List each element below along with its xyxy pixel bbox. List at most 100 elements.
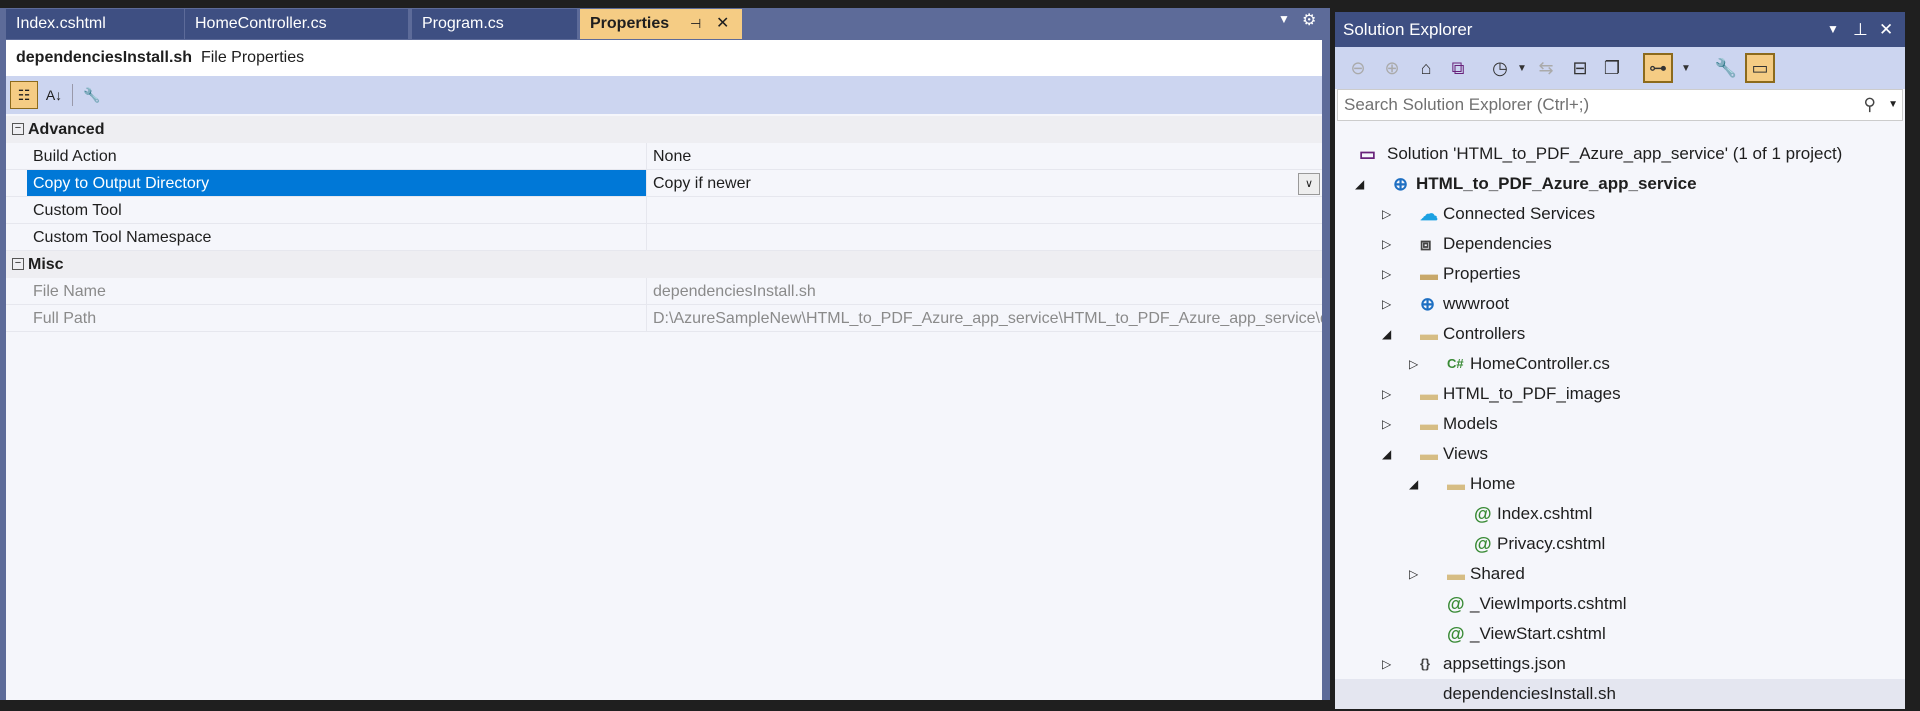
dropdown-button[interactable]: ∨ xyxy=(1298,173,1320,195)
close-icon[interactable]: ✕ xyxy=(716,9,729,39)
search-options-icon[interactable]: ▼ xyxy=(1888,90,1898,120)
tree-item-label: Home xyxy=(1470,474,1516,493)
properties-panel: dependenciesInstall.sh File Properties ☷… xyxy=(6,40,1322,700)
tree-item[interactable]: ◢ ⊕ HTML_to_PDF_Azure_app_service xyxy=(1335,169,1905,199)
collapsed-arrow-icon[interactable]: ▷ xyxy=(1409,559,1418,589)
tree-item[interactable]: ▷ ▬ Properties xyxy=(1335,259,1905,289)
collapsed-arrow-icon[interactable]: ▷ xyxy=(1382,289,1391,319)
forward-icon[interactable]: ⊕ xyxy=(1377,53,1407,83)
expanded-arrow-icon[interactable]: ◢ xyxy=(1409,469,1418,499)
tree-item-label: Dependencies xyxy=(1443,234,1552,253)
collapsed-arrow-icon[interactable]: ▷ xyxy=(1409,349,1418,379)
search-placeholder: Search Solution Explorer (Ctrl+;) xyxy=(1344,95,1590,114)
tab-index-cshtml[interactable]: Index.cshtml xyxy=(6,9,184,39)
collapsed-arrow-icon[interactable]: ▷ xyxy=(1382,649,1391,679)
properties-icon[interactable]: 🔧 xyxy=(1711,53,1741,83)
tree-item[interactable]: dependenciesInstall.sh xyxy=(1335,679,1905,709)
category-misc[interactable]: − Misc xyxy=(6,251,1322,278)
show-all-files-icon[interactable]: ❐ xyxy=(1597,53,1627,83)
preview-icon[interactable]: ⊶ xyxy=(1643,53,1673,83)
search-icon[interactable]: ⚲ xyxy=(1864,90,1876,120)
tree-item[interactable]: @ _ViewStart.cshtml xyxy=(1335,619,1905,649)
tree-item[interactable]: ◢ ▬ Home xyxy=(1335,469,1905,499)
search-input[interactable]: Search Solution Explorer (Ctrl+;) ⚲ ▼ xyxy=(1337,89,1903,121)
categorized-icon[interactable]: ☷ xyxy=(10,81,38,109)
tree-item-label: Views xyxy=(1443,444,1489,463)
solution-explorer: Solution Explorer ▼ ⊥ ✕ ⊖ ⊕ ⌂ ⧉ ◷ ▼ ⇆ ⊟ … xyxy=(1335,12,1905,709)
folder-icon: ▬ xyxy=(1420,444,1438,464)
tree-item-label: HTML_to_PDF_Azure_app_service xyxy=(1416,174,1697,193)
collapsed-arrow-icon[interactable]: ▷ xyxy=(1382,259,1391,289)
property-row[interactable]: Custom Tool Namespace xyxy=(6,224,1322,251)
tree-item[interactable]: ▷ C# HomeController.cs xyxy=(1335,349,1905,379)
expanded-arrow-icon[interactable]: ◢ xyxy=(1355,169,1364,199)
tab-label: Index.cshtml xyxy=(16,15,106,32)
collapse-icon[interactable]: − xyxy=(12,258,24,270)
category-label: Advanced xyxy=(28,121,105,138)
tree-item-label: Models xyxy=(1443,414,1498,433)
csharp-icon: C# xyxy=(1447,356,1464,371)
tree-item-label: _ViewImports.cshtml xyxy=(1470,594,1627,613)
tree-item[interactable]: @ _ViewImports.cshtml xyxy=(1335,589,1905,619)
collapse-all-icon[interactable]: ⊟ xyxy=(1565,53,1595,83)
property-row[interactable]: Build Action None xyxy=(6,143,1322,170)
back-icon[interactable]: ⊖ xyxy=(1343,53,1373,83)
properties-toolbar: ☷ A↓ 🔧 xyxy=(6,76,1322,114)
switch-views-icon[interactable]: ⧉ xyxy=(1443,53,1473,83)
solution-explorer-title: Solution Explorer ▼ ⊥ ✕ xyxy=(1335,12,1905,47)
gear-icon[interactable]: ⚙ xyxy=(1302,10,1316,30)
property-value[interactable]: None xyxy=(647,143,1322,170)
property-label: Build Action xyxy=(27,143,647,169)
tab-homecontroller[interactable]: HomeController.cs xyxy=(185,9,408,39)
close-icon[interactable]: ✕ xyxy=(1879,12,1893,47)
property-row[interactable]: File Name dependenciesInstall.sh xyxy=(6,278,1322,305)
property-row[interactable]: Full Path D:\AzureSampleNew\HTML_to_PDF_A… xyxy=(6,305,1322,332)
expanded-arrow-icon[interactable]: ◢ xyxy=(1382,319,1391,349)
tree-item[interactable]: ▷ ▬ HTML_to_PDF_images xyxy=(1335,379,1905,409)
tree-item[interactable]: ▭ Solution 'HTML_to_PDF_Azure_app_service… xyxy=(1335,139,1905,169)
tree-item[interactable]: @ Index.cshtml xyxy=(1335,499,1905,529)
tree-item[interactable]: ▷ ☁ Connected Services xyxy=(1335,199,1905,229)
dependencies-icon: ⧈ xyxy=(1420,234,1432,254)
tree-item[interactable]: ▷ ⧈ Dependencies xyxy=(1335,229,1905,259)
tree-item[interactable]: ▷ {} appsettings.json xyxy=(1335,649,1905,679)
dropdown-icon[interactable]: ▼ xyxy=(1278,12,1290,26)
tree-item[interactable]: ◢ ▬ Views xyxy=(1335,439,1905,469)
pin-icon[interactable]: ⊥ xyxy=(1853,12,1868,47)
tree-item-label: appsettings.json xyxy=(1443,654,1566,673)
tree-item[interactable]: ▷ ▬ Shared xyxy=(1335,559,1905,589)
collapsed-arrow-icon[interactable]: ▷ xyxy=(1382,409,1391,439)
property-pages-icon[interactable]: 🔧 xyxy=(78,81,106,109)
preview-selected-icon[interactable]: ▭ xyxy=(1745,53,1775,83)
tree-item[interactable]: ▷ ⊕ wwwroot xyxy=(1335,289,1905,319)
sync-icon[interactable]: ⇆ xyxy=(1531,53,1561,83)
tab-program[interactable]: Program.cs xyxy=(412,9,577,39)
dropdown-icon[interactable]: ▼ xyxy=(1827,12,1839,47)
tree-item-label: Controllers xyxy=(1443,324,1526,343)
collapse-icon[interactable]: − xyxy=(12,123,24,135)
tree-item-label: Solution 'HTML_to_PDF_Azure_app_service'… xyxy=(1387,144,1843,163)
folder-icon: ▬ xyxy=(1447,564,1465,584)
expanded-arrow-icon[interactable]: ◢ xyxy=(1382,439,1391,469)
tree-item[interactable]: ◢ ▬ Controllers xyxy=(1335,319,1905,349)
pin-icon[interactable]: ⊣ xyxy=(690,9,701,39)
object-name: dependenciesInstall.sh xyxy=(16,49,193,66)
razor-icon: @ xyxy=(1474,534,1492,554)
property-row[interactable]: Copy to Output Directory Copy if newer xyxy=(6,170,1322,197)
dropdown-icon[interactable]: ▼ xyxy=(1671,53,1701,83)
alphabetical-icon[interactable]: A↓ xyxy=(40,81,68,109)
tree-item[interactable]: ▷ ▬ Models xyxy=(1335,409,1905,439)
folder-icon: ▬ xyxy=(1447,474,1465,494)
collapsed-arrow-icon[interactable]: ▷ xyxy=(1382,229,1391,259)
property-row[interactable]: Custom Tool xyxy=(6,197,1322,224)
properties-folder-icon: ▬ xyxy=(1420,264,1438,284)
solution-icon: ▭ xyxy=(1359,144,1377,164)
collapsed-arrow-icon[interactable]: ▷ xyxy=(1382,199,1391,229)
home-icon[interactable]: ⌂ xyxy=(1411,53,1441,83)
collapsed-arrow-icon[interactable]: ▷ xyxy=(1382,379,1391,409)
tree-item-label: _ViewStart.cshtml xyxy=(1470,624,1606,643)
property-value[interactable]: Copy if newer xyxy=(647,170,1322,197)
category-advanced[interactable]: − Advanced xyxy=(6,116,1322,143)
tab-properties[interactable]: Properties ⊣ ✕ xyxy=(580,9,742,39)
tree-item[interactable]: @ Privacy.cshtml xyxy=(1335,529,1905,559)
